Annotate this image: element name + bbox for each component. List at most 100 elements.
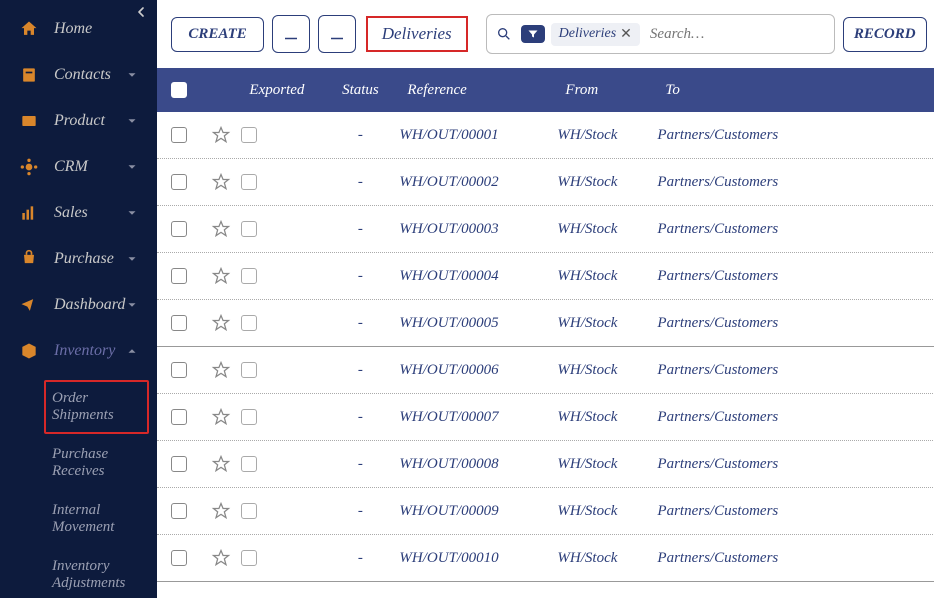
row-checkbox[interactable] bbox=[171, 456, 187, 472]
sidebar-item-dashboard[interactable]: Dashboard bbox=[0, 282, 157, 328]
table-row[interactable]: -WH/OUT/00001WH/StockPartners/Customers bbox=[157, 112, 934, 159]
star-icon[interactable] bbox=[201, 501, 241, 521]
cell-reference: WH/OUT/00006 bbox=[399, 362, 557, 379]
cell-to: Partners/Customers bbox=[657, 503, 934, 520]
cell-reference: WH/OUT/00004 bbox=[399, 268, 557, 285]
sidebar-item-crm[interactable]: CRM bbox=[0, 144, 157, 190]
star-icon[interactable] bbox=[201, 454, 241, 474]
filter-chip-remove[interactable]: ✕ bbox=[620, 26, 632, 43]
row-checkbox[interactable] bbox=[171, 503, 187, 519]
row-checkbox[interactable] bbox=[171, 362, 187, 378]
table-row[interactable]: -WH/OUT/00002WH/StockPartners/Customers bbox=[157, 159, 934, 206]
chevron-down-icon bbox=[125, 68, 139, 82]
cell-reference: WH/OUT/00008 bbox=[399, 456, 557, 473]
cell-status: - bbox=[321, 221, 399, 238]
star-icon[interactable] bbox=[201, 172, 241, 192]
star-icon[interactable] bbox=[201, 548, 241, 568]
chevron-down-icon bbox=[125, 252, 139, 266]
star-icon[interactable] bbox=[201, 360, 241, 380]
cell-to: Partners/Customers bbox=[657, 127, 934, 144]
sidebar-collapse-button[interactable] bbox=[133, 4, 149, 25]
import-button[interactable] bbox=[272, 15, 310, 53]
star-icon[interactable] bbox=[201, 266, 241, 286]
cell-from: WH/Stock bbox=[557, 268, 657, 285]
exported-checkbox[interactable] bbox=[241, 315, 257, 331]
sidebar-subitem-order-shipments[interactable]: Order Shipments bbox=[44, 380, 149, 434]
cell-reference: WH/OUT/00010 bbox=[399, 550, 557, 567]
sidebar-subitem-purchase-receives[interactable]: Purchase Receives bbox=[44, 436, 149, 490]
search-input[interactable] bbox=[646, 22, 834, 47]
cell-from: WH/Stock bbox=[557, 409, 657, 426]
exported-checkbox[interactable] bbox=[241, 362, 257, 378]
sidebar-item-inventory[interactable]: Inventory bbox=[0, 328, 157, 374]
exported-checkbox[interactable] bbox=[241, 456, 257, 472]
sidebar-subitem-inventory-adjustments[interactable]: Inventory Adjustments bbox=[44, 548, 149, 602]
exported-checkbox[interactable] bbox=[241, 550, 257, 566]
row-checkbox[interactable] bbox=[171, 174, 187, 190]
sidebar-item-purchase[interactable]: Purchase bbox=[0, 236, 157, 282]
cell-from: WH/Stock bbox=[557, 550, 657, 567]
cell-reference: WH/OUT/00001 bbox=[399, 127, 557, 144]
cell-to: Partners/Customers bbox=[657, 409, 934, 426]
exported-checkbox[interactable] bbox=[241, 409, 257, 425]
exported-checkbox[interactable] bbox=[241, 174, 257, 190]
dashboard-icon bbox=[18, 294, 40, 316]
col-reference: Reference bbox=[399, 82, 557, 99]
table-row[interactable]: -WH/OUT/00004WH/StockPartners/Customers bbox=[157, 253, 934, 300]
home-icon bbox=[18, 18, 40, 40]
table-row[interactable]: -WH/OUT/00003WH/StockPartners/Customers bbox=[157, 206, 934, 253]
row-checkbox[interactable] bbox=[171, 221, 187, 237]
table-row[interactable]: -WH/OUT/00005WH/StockPartners/Customers bbox=[157, 300, 934, 347]
col-from: From bbox=[557, 82, 657, 99]
sidebar-item-label: CRM bbox=[54, 158, 88, 176]
filter-chip-deliveries[interactable]: Deliveries ✕ bbox=[551, 23, 640, 46]
chevron-down-icon bbox=[125, 298, 139, 312]
col-status: Status bbox=[321, 82, 399, 99]
sidebar-item-sales[interactable]: Sales bbox=[0, 190, 157, 236]
cell-from: WH/Stock bbox=[557, 221, 657, 238]
star-icon[interactable] bbox=[201, 219, 241, 239]
sidebar-item-label: Sales bbox=[54, 204, 88, 222]
table-row[interactable]: -WH/OUT/00008WH/StockPartners/Customers bbox=[157, 441, 934, 488]
star-icon[interactable] bbox=[201, 125, 241, 145]
table-row[interactable]: -WH/OUT/00010WH/StockPartners/Customers bbox=[157, 535, 934, 582]
cell-from: WH/Stock bbox=[557, 315, 657, 332]
exported-checkbox[interactable] bbox=[241, 503, 257, 519]
record-button[interactable]: RECORD bbox=[843, 17, 927, 52]
sidebar: HomeContactsProductCRMSalesPurchaseDashb… bbox=[0, 0, 157, 598]
chevron-down-icon bbox=[125, 160, 139, 174]
row-checkbox[interactable] bbox=[171, 127, 187, 143]
create-button[interactable]: CREATE bbox=[171, 17, 263, 52]
search-bar[interactable]: Deliveries ✕ bbox=[486, 14, 835, 54]
export-button[interactable] bbox=[318, 15, 356, 53]
sidebar-item-contacts[interactable]: Contacts bbox=[0, 52, 157, 98]
sidebar-item-label: Product bbox=[54, 112, 105, 130]
table-row[interactable]: -WH/OUT/00009WH/StockPartners/Customers bbox=[157, 488, 934, 535]
cell-to: Partners/Customers bbox=[657, 221, 934, 238]
table-row[interactable]: -WH/OUT/00006WH/StockPartners/Customers bbox=[157, 347, 934, 394]
row-checkbox[interactable] bbox=[171, 268, 187, 284]
filter-icon-tag[interactable] bbox=[521, 25, 545, 43]
cell-to: Partners/Customers bbox=[657, 550, 934, 567]
star-icon[interactable] bbox=[201, 313, 241, 333]
sidebar-item-label: Purchase bbox=[54, 250, 114, 268]
row-checkbox[interactable] bbox=[171, 409, 187, 425]
cell-to: Partners/Customers bbox=[657, 268, 934, 285]
cell-status: - bbox=[321, 456, 399, 473]
cell-status: - bbox=[321, 362, 399, 379]
select-all-checkbox[interactable] bbox=[171, 82, 187, 98]
exported-checkbox[interactable] bbox=[241, 268, 257, 284]
cell-reference: WH/OUT/00005 bbox=[399, 315, 557, 332]
row-checkbox[interactable] bbox=[171, 550, 187, 566]
chevron-down-icon bbox=[125, 344, 139, 358]
cell-to: Partners/Customers bbox=[657, 362, 934, 379]
sidebar-subitem-internal-movement[interactable]: Internal Movement bbox=[44, 492, 149, 546]
sidebar-item-product[interactable]: Product bbox=[0, 98, 157, 144]
exported-checkbox[interactable] bbox=[241, 127, 257, 143]
row-checkbox[interactable] bbox=[171, 315, 187, 331]
star-icon[interactable] bbox=[201, 407, 241, 427]
cell-from: WH/Stock bbox=[557, 362, 657, 379]
col-to: To bbox=[657, 82, 934, 99]
exported-checkbox[interactable] bbox=[241, 221, 257, 237]
table-row[interactable]: -WH/OUT/00007WH/StockPartners/Customers bbox=[157, 394, 934, 441]
